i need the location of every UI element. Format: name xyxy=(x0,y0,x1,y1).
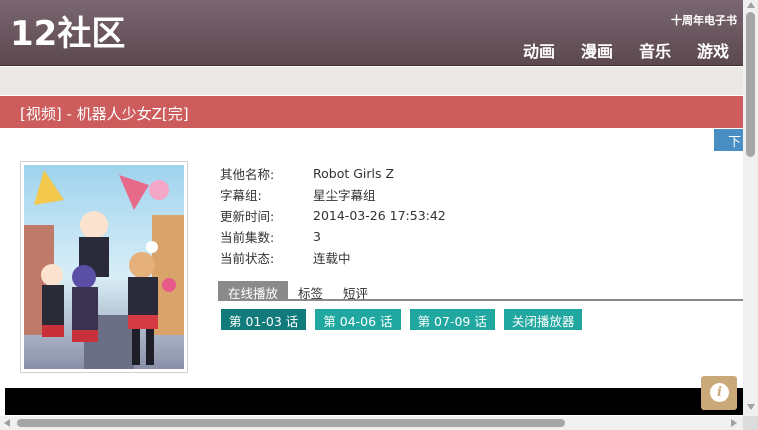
page-title: [视频] - 机器人少女Z[完] xyxy=(20,105,189,123)
main-nav: 动画 漫画 音乐 游戏 xyxy=(523,38,729,62)
detail-value: 连载中 xyxy=(313,251,351,266)
scroll-down-arrow-icon[interactable] xyxy=(747,404,755,410)
tab-tags[interactable]: 标签 xyxy=(288,281,333,301)
detail-value: 3 xyxy=(313,229,321,244)
detail-key: 字幕组: xyxy=(220,188,262,203)
scroll-left-arrow-icon[interactable] xyxy=(4,419,10,427)
episode-buttons: 第 01-03 话 第 04-06 话 第 07-09 话 关闭播放器 xyxy=(221,309,583,330)
nav-item-games[interactable]: 游戏 xyxy=(697,38,729,62)
poster-image xyxy=(20,161,188,373)
scroll-right-arrow-icon[interactable] xyxy=(731,419,737,427)
download-tab[interactable]: 下 xyxy=(714,129,743,151)
detail-key: 当前状态: xyxy=(220,251,275,266)
page-title-bar: [视频] - 机器人少女Z[完] xyxy=(0,96,743,128)
detail-row: 当前状态: 连载中 xyxy=(220,247,446,268)
detail-key: 当前集数: xyxy=(220,230,275,245)
close-player-button[interactable]: 关闭播放器 xyxy=(503,309,583,330)
ebook-link[interactable]: 十周年电子书 xyxy=(671,12,737,28)
vertical-scroll-thumb[interactable] xyxy=(746,12,755,157)
detail-row: 当前集数: 3 xyxy=(220,226,446,247)
video-player[interactable] xyxy=(5,388,743,415)
info-icon: i xyxy=(710,383,729,402)
detail-value: 星尘字幕组 xyxy=(313,188,376,203)
scrollbar-corner xyxy=(743,416,758,430)
tab-short-reviews[interactable]: 短评 xyxy=(333,281,378,301)
page: 12社区 十周年电子书 动画 漫画 音乐 游戏 [视频] - 机器人少女Z[完]… xyxy=(0,0,758,430)
detail-value: Robot Girls Z xyxy=(313,166,395,181)
episode-button-07-09[interactable]: 第 07-09 话 xyxy=(409,309,495,330)
detail-list: 其他名称: Robot Girls Z 字幕组: 星尘字幕组 更新时间: 201… xyxy=(220,163,446,268)
poster-artwork xyxy=(24,165,184,369)
detail-row: 字幕组: 星尘字幕组 xyxy=(220,184,446,205)
horizontal-scroll-thumb[interactable] xyxy=(17,419,565,427)
sub-header-strip xyxy=(0,67,743,95)
nav-item-anime[interactable]: 动画 xyxy=(523,38,555,62)
site-logo[interactable]: 12社区 xyxy=(10,14,125,54)
detail-row: 其他名称: Robot Girls Z xyxy=(220,163,446,184)
tab-online-play[interactable]: 在线播放 xyxy=(218,281,289,301)
detail-value: 2014-03-26 17:53:42 xyxy=(313,208,446,223)
nav-item-manga[interactable]: 漫画 xyxy=(581,38,613,62)
detail-row: 更新时间: 2014-03-26 17:53:42 xyxy=(220,205,446,226)
horizontal-scrollbar[interactable] xyxy=(0,416,743,430)
detail-key: 更新时间: xyxy=(220,209,275,224)
content-tabs: 在线播放 标签 短评 xyxy=(218,281,743,301)
scroll-up-arrow-icon[interactable] xyxy=(747,2,755,8)
episode-button-04-06[interactable]: 第 04-06 话 xyxy=(315,309,401,330)
detail-key: 其他名称: xyxy=(220,167,275,182)
vertical-scrollbar[interactable] xyxy=(743,0,758,416)
nav-item-music[interactable]: 音乐 xyxy=(639,38,671,62)
site-header: 12社区 十周年电子书 动画 漫画 音乐 游戏 xyxy=(0,0,743,66)
info-button[interactable]: i xyxy=(701,376,737,410)
episode-button-01-03[interactable]: 第 01-03 话 xyxy=(221,309,307,330)
